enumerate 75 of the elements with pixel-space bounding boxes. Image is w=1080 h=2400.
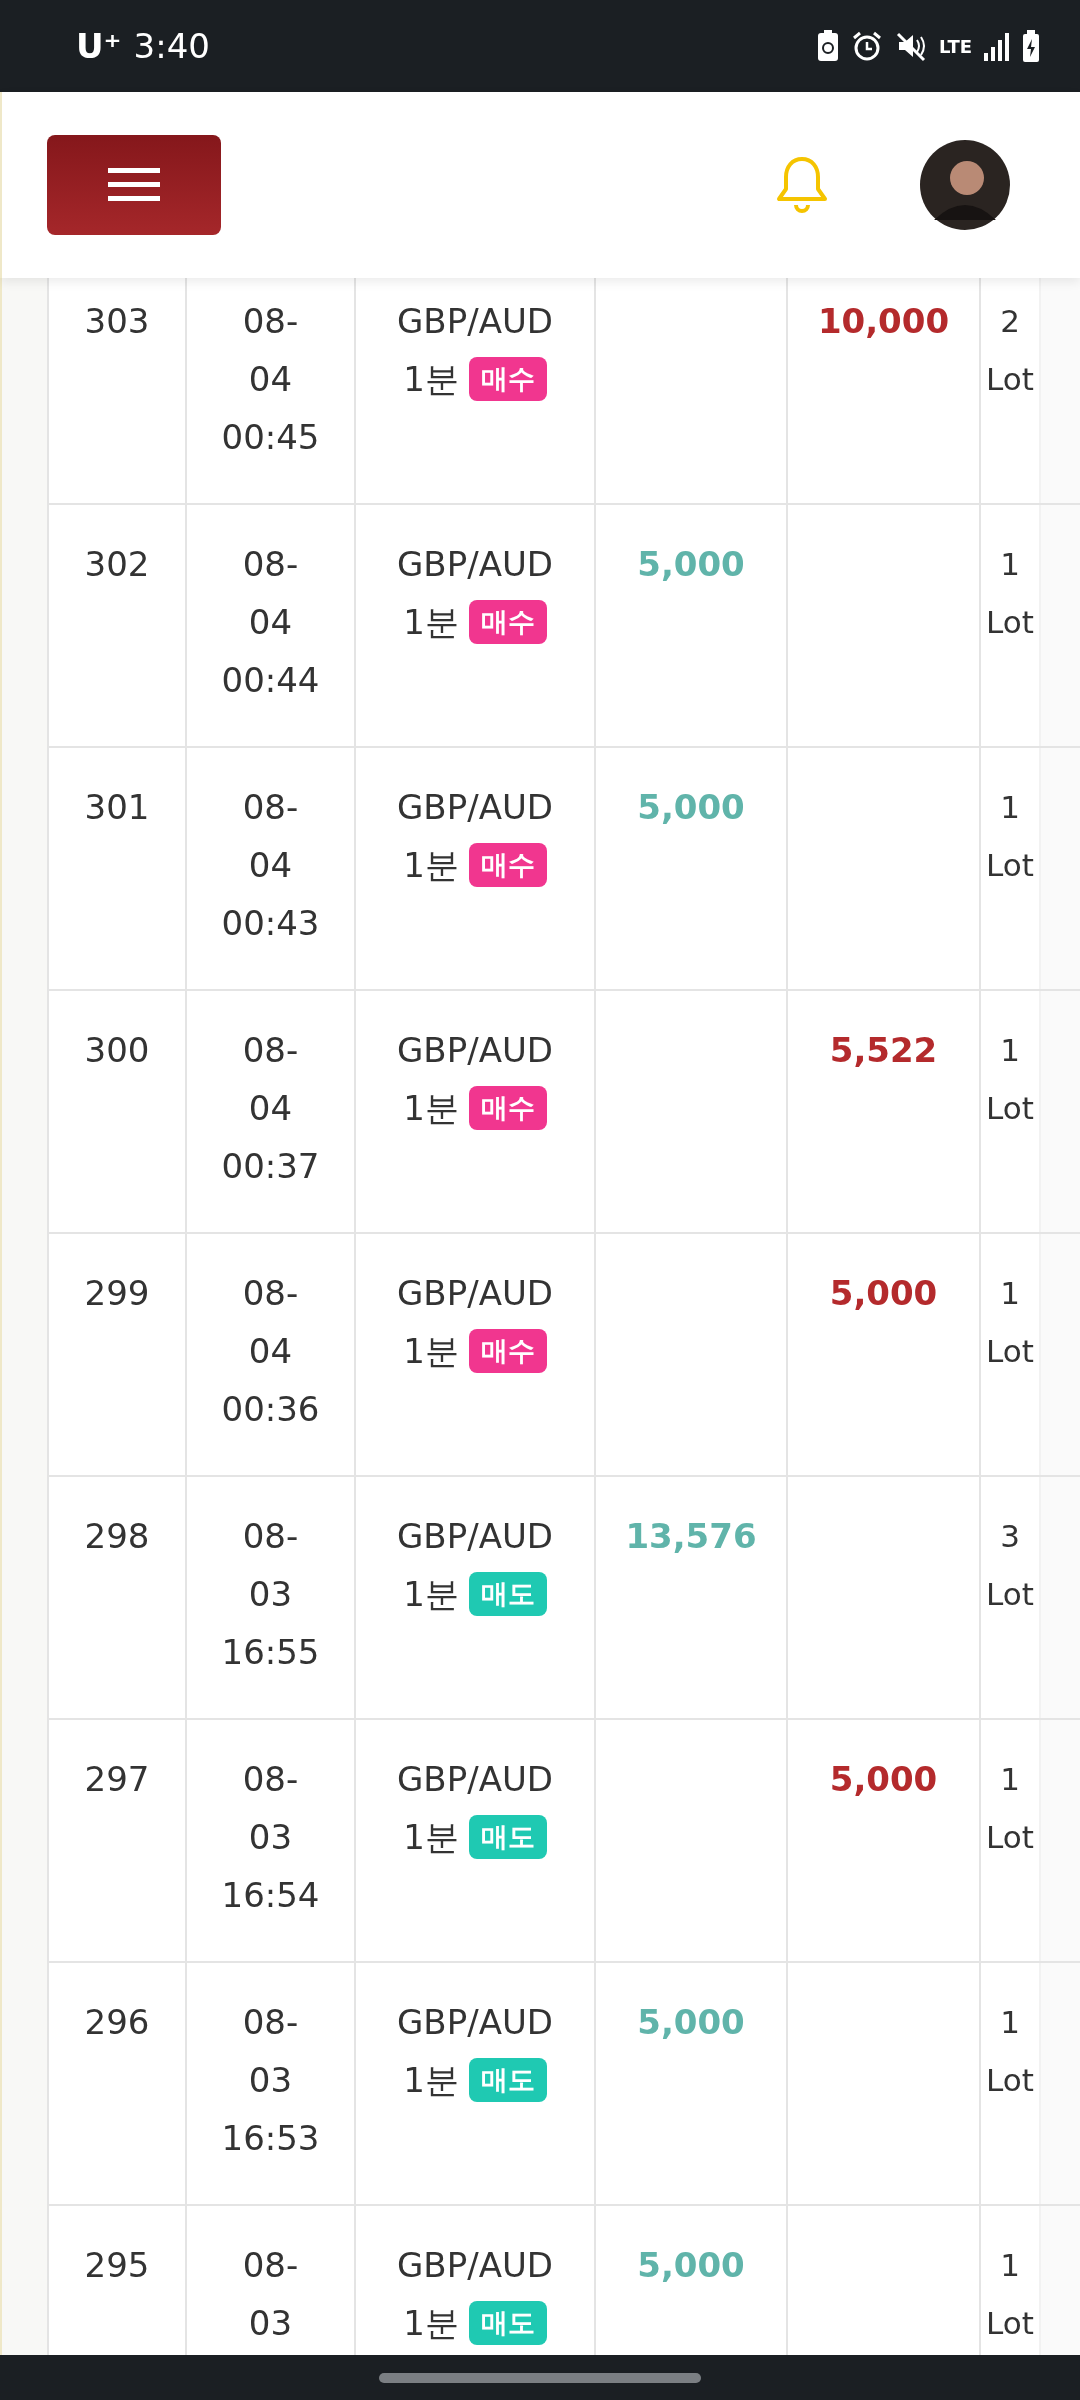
period-label: 1분 <box>403 2059 459 2102</box>
period-label: 1분 <box>403 2302 459 2345</box>
clock-time: 3:40 <box>133 26 210 66</box>
currency-pair: GBP/AUD <box>397 786 553 829</box>
currency-pair: GBP/AUD <box>397 1029 553 1072</box>
row-number: 298 <box>84 1515 150 1558</box>
mute-icon <box>894 30 927 62</box>
currency-pair: GBP/AUD <box>397 1758 553 1801</box>
currency-pair: GBP/AUD <box>397 1515 553 1558</box>
network-label: LTE <box>938 35 972 57</box>
trade-side-badge: 매도 <box>468 1572 547 1616</box>
period-label: 1분 <box>403 601 459 644</box>
lot-size: 1 Lot <box>985 1031 1035 1128</box>
row-number: 295 <box>84 2244 150 2287</box>
date-time: 08- 04 00:37 <box>221 1029 320 1188</box>
period-label: 1분 <box>403 358 459 401</box>
home-handle[interactable] <box>379 2372 701 2383</box>
lot-size: 1 Lot <box>985 1274 1035 1371</box>
lot-size: 1 Lot <box>985 788 1035 885</box>
date-time: 08- 03 16:53 <box>221 2001 320 2160</box>
battery-saver-icon <box>816 30 839 62</box>
carrier-label: U⁺ <box>76 26 122 66</box>
profit-amount: 5,000 <box>637 2001 745 2044</box>
date-time: 08- 04 00:36 <box>221 1272 320 1431</box>
signal-icon <box>984 31 1010 61</box>
period-label: 1분 <box>403 1573 459 1616</box>
profit-amount: 5,000 <box>637 786 745 829</box>
row-number: 301 <box>84 786 150 829</box>
lot-size: 3 Lot <box>985 1517 1035 1614</box>
currency-pair: GBP/AUD <box>397 2001 553 2044</box>
alarm-icon <box>850 30 883 62</box>
period-label: 1분 <box>403 1816 459 1859</box>
date-time: 08- 03 16:55 <box>221 1515 320 1674</box>
period-label: 1분 <box>403 844 459 887</box>
lot-size: 1 Lot <box>985 1760 1035 1857</box>
currency-pair: GBP/AUD <box>397 300 553 343</box>
loss-amount: 5,000 <box>829 1272 938 1315</box>
trade-side-badge: 매수 <box>468 1086 547 1130</box>
currency-pair: GBP/AUD <box>397 1272 553 1315</box>
currency-pair: GBP/AUD <box>397 543 553 586</box>
row-number: 299 <box>84 1272 150 1315</box>
menu-icon <box>108 168 160 202</box>
lot-size: 2 Lot <box>985 302 1035 399</box>
row-number: 303 <box>84 300 150 343</box>
profit-amount: 5,000 <box>637 2244 745 2287</box>
currency-pair: GBP/AUD <box>397 2244 553 2287</box>
row-number: 302 <box>84 543 150 586</box>
row-number: 300 <box>84 1029 150 1072</box>
lot-size: 1 Lot <box>985 2003 1035 2100</box>
loss-amount: 5,000 <box>829 1758 938 1801</box>
trade-side-badge: 매도 <box>468 2058 547 2102</box>
row-number: 296 <box>84 2001 150 2044</box>
date-time: 08- 03 <box>242 2244 299 2345</box>
date-time: 08- 04 00:43 <box>221 786 320 945</box>
menu-button[interactable] <box>47 135 221 235</box>
loss-amount: 10,000 <box>817 300 950 343</box>
profit-amount: 13,576 <box>625 1515 757 1558</box>
lot-size: 1 Lot <box>985 2246 1035 2343</box>
date-time: 08- 03 16:54 <box>221 1758 320 1917</box>
period-label: 1분 <box>403 1330 459 1373</box>
trade-side-badge: 매도 <box>468 2301 547 2345</box>
trade-side-badge: 매수 <box>468 843 547 887</box>
date-time: 08- 04 00:45 <box>221 300 320 459</box>
avatar-icon[interactable] <box>920 140 1010 230</box>
trade-side-badge: 매수 <box>468 600 547 644</box>
period-label: 1분 <box>403 1087 459 1130</box>
trade-side-badge: 매도 <box>468 1815 547 1859</box>
trade-side-badge: 매수 <box>468 1329 547 1373</box>
profit-amount: 5,000 <box>637 543 745 586</box>
trade-side-badge: 매수 <box>468 357 547 401</box>
lot-size: 1 Lot <box>985 545 1035 642</box>
battery-icon <box>1022 30 1040 62</box>
date-time: 08- 04 00:44 <box>221 543 320 702</box>
row-number: 297 <box>84 1758 150 1801</box>
loss-amount: 5,522 <box>829 1029 938 1072</box>
